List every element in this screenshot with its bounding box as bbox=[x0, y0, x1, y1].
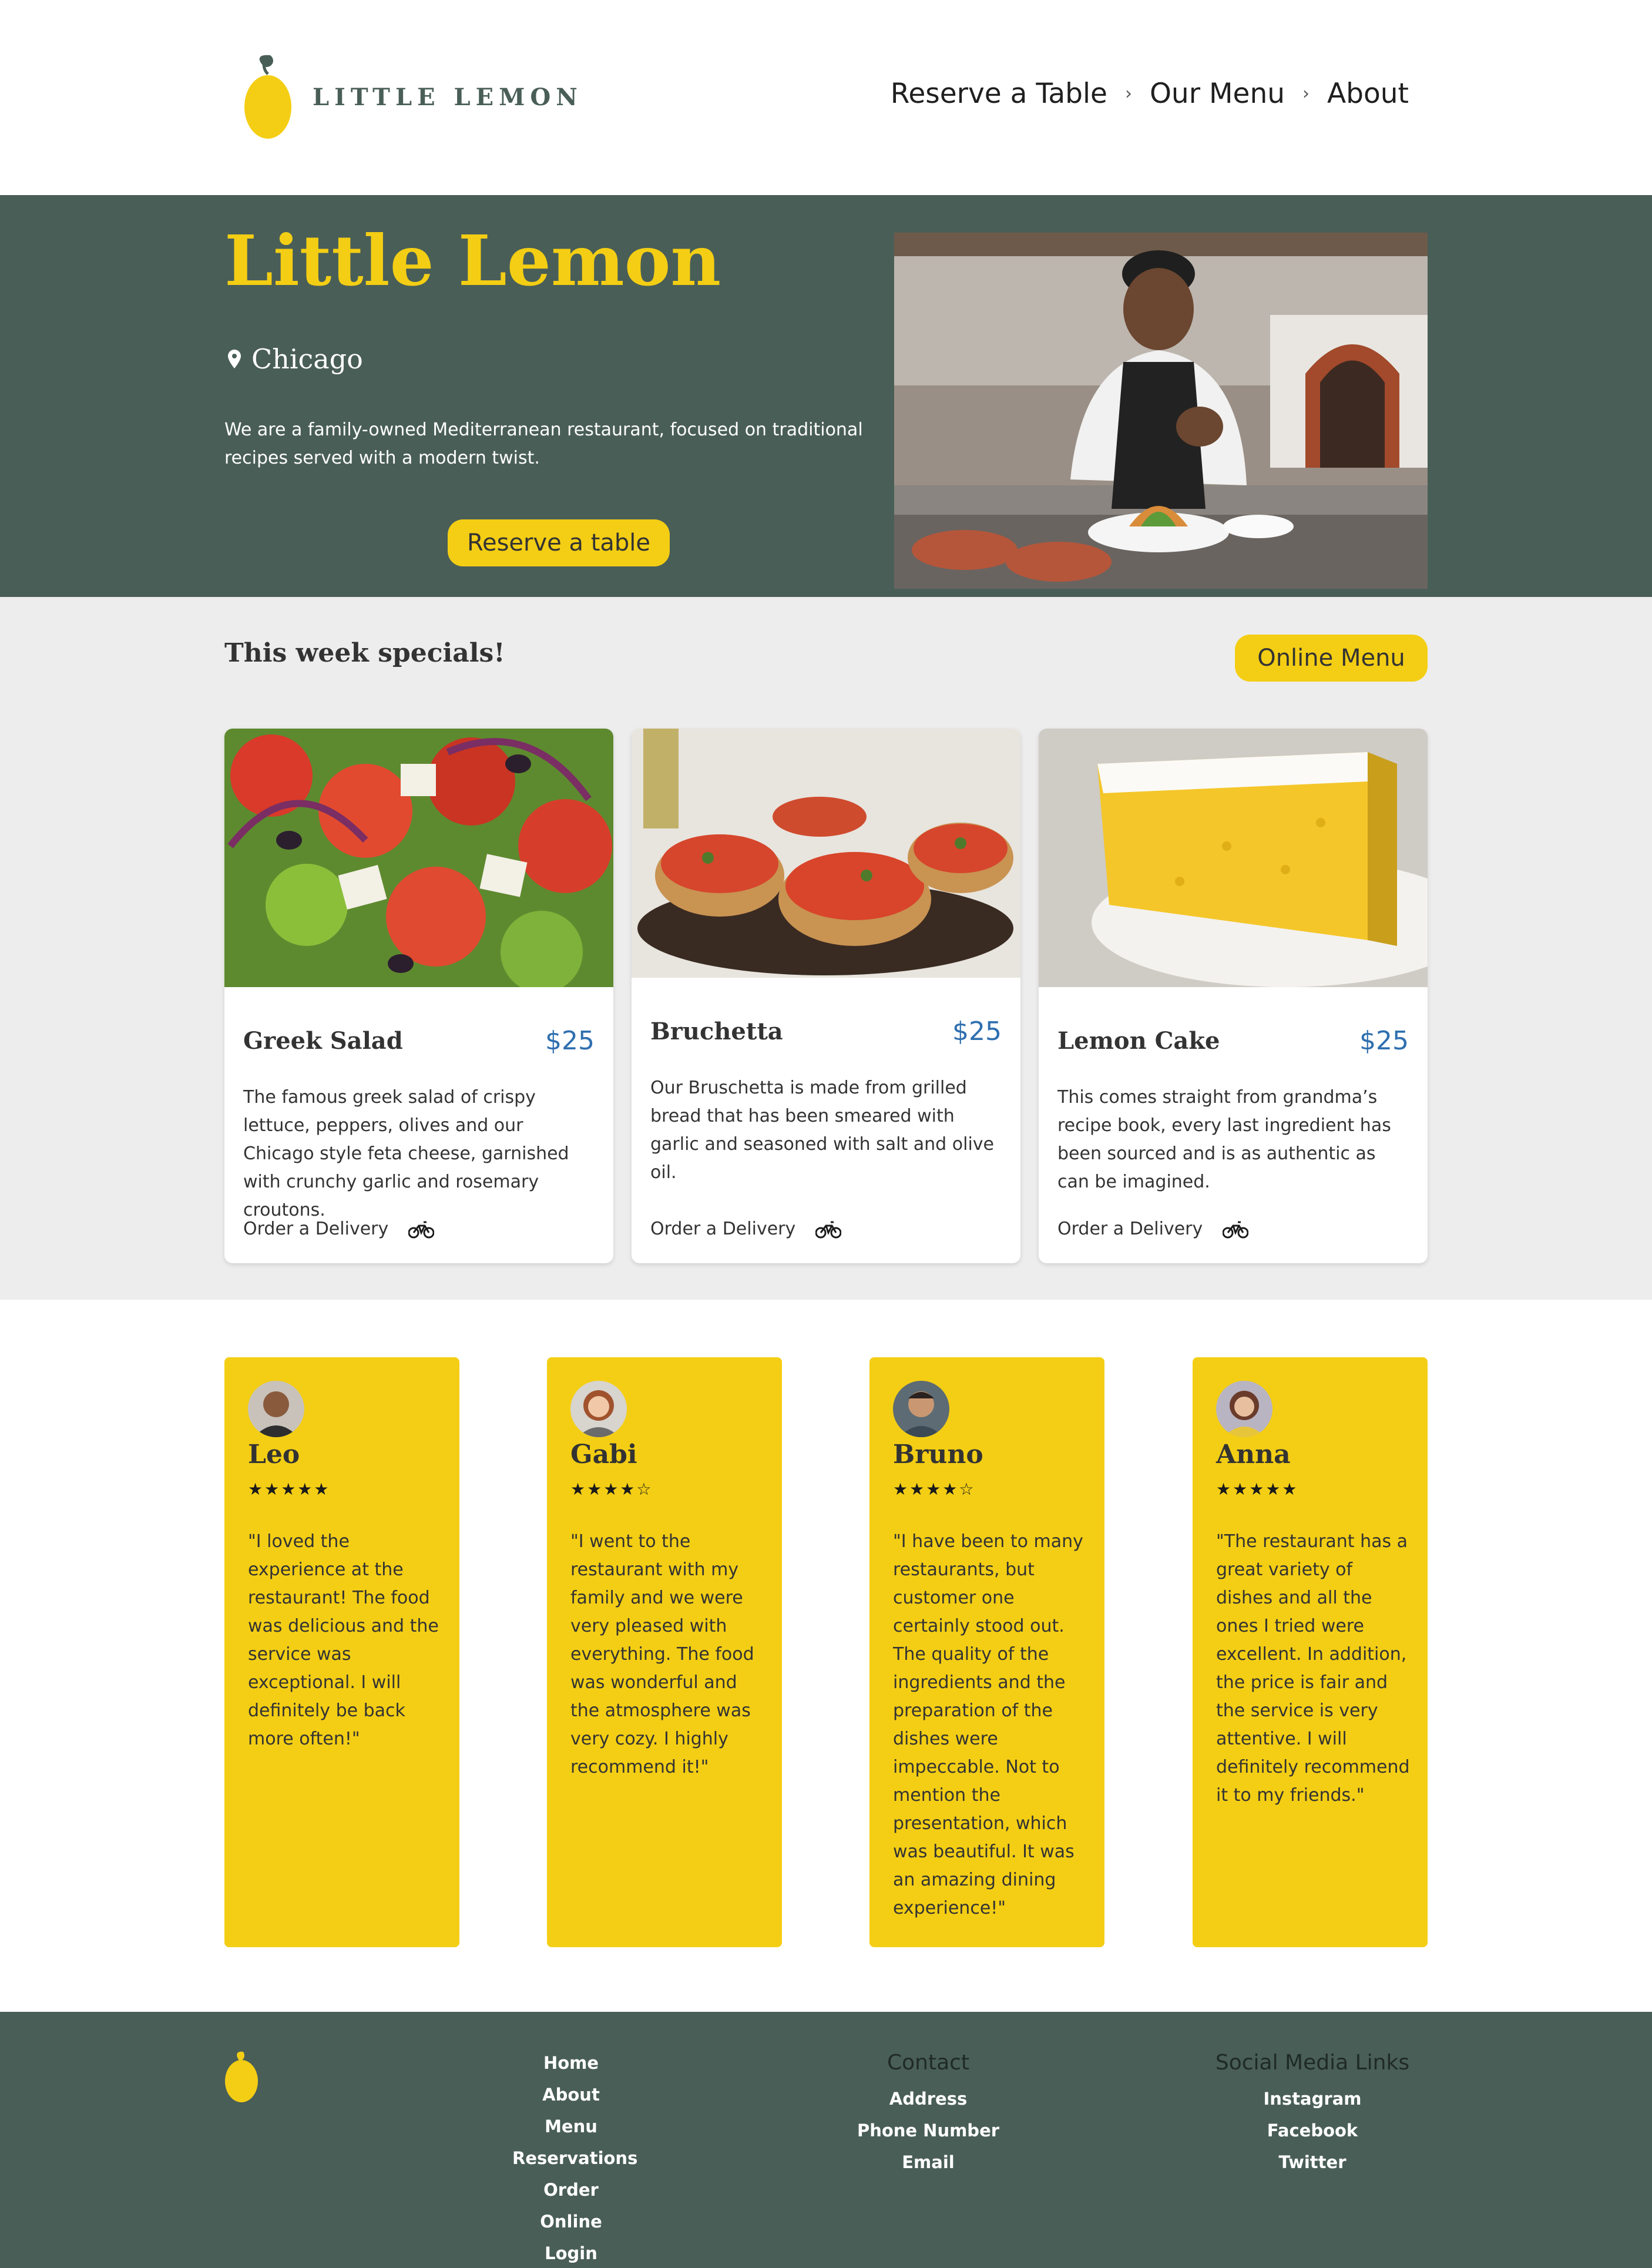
footer-link-reservations[interactable]: Reservations bbox=[512, 2142, 637, 2174]
card-price: $25 bbox=[952, 1016, 1002, 1046]
bruchetta-image bbox=[632, 729, 1020, 978]
bicycle-icon bbox=[1223, 1221, 1249, 1238]
order-delivery-link[interactable]: Order a Delivery bbox=[650, 1219, 842, 1239]
footer-contact-heading: Contact bbox=[887, 2051, 970, 2075]
hero-section: Little Lemon Chicago We are a family-own… bbox=[0, 195, 1652, 597]
footer-link-about[interactable]: About bbox=[512, 2079, 630, 2111]
star-rating: ★★★★☆ bbox=[893, 1479, 976, 1499]
nav-our-menu[interactable]: Our Menu bbox=[1150, 78, 1285, 110]
card-price: $25 bbox=[1359, 1026, 1409, 1056]
footer-link-instagram[interactable]: Instagram bbox=[1195, 2083, 1430, 2115]
testimonial-name: Leo bbox=[248, 1440, 300, 1469]
footer-link-order-online[interactable]: Order Online bbox=[512, 2174, 630, 2237]
avatar bbox=[1216, 1381, 1272, 1437]
site-footer: Home About Menu Reservations Order Onlin… bbox=[0, 2012, 1652, 2268]
special-card-bruchetta[interactable]: Bruchetta $25 Our Bruschetta is made fro… bbox=[632, 729, 1020, 1263]
bicycle-icon bbox=[408, 1221, 435, 1238]
footer-social-heading: Social Media Links bbox=[1215, 2051, 1410, 2075]
bicycle-icon bbox=[815, 1221, 842, 1238]
site-header: LITTLE LEMON Reserve a Table › Our Menu … bbox=[0, 0, 1652, 195]
testimonial-quote: "The restaurant has a great variety of d… bbox=[1216, 1531, 1410, 1806]
special-card-greek-salad[interactable]: Greek Salad $25 The famous greek salad o… bbox=[224, 729, 613, 1263]
footer-link-home[interactable]: Home bbox=[512, 2047, 630, 2079]
card-description: The famous greek salad of crispy lettuce… bbox=[243, 1087, 569, 1220]
testimonial-quote: "I loved the experience at the restauran… bbox=[248, 1531, 439, 1749]
footer-link-login[interactable]: Login bbox=[512, 2237, 630, 2268]
testimonial-quote: "I have been to many restaurants, but cu… bbox=[893, 1531, 1083, 1918]
order-delivery-link[interactable]: Order a Delivery bbox=[1057, 1219, 1249, 1239]
order-delivery-label: Order a Delivery bbox=[1057, 1219, 1203, 1239]
chevron-right-icon: › bbox=[1302, 83, 1310, 104]
lemon-logo-icon bbox=[244, 55, 291, 139]
footer-link-phone[interactable]: Phone Number bbox=[822, 2115, 1034, 2146]
order-delivery-link[interactable]: Order a Delivery bbox=[243, 1219, 435, 1239]
card-title: Bruchetta bbox=[650, 1018, 783, 1045]
card-title: Lemon Cake bbox=[1057, 1027, 1220, 1055]
specials-title: This week specials! bbox=[224, 638, 505, 668]
nav-reserve-a-table[interactable]: Reserve a Table bbox=[891, 78, 1107, 110]
logo[interactable]: LITTLE LEMON bbox=[241, 53, 583, 141]
special-card-lemon-cake[interactable]: Lemon Cake $25 This comes straight from … bbox=[1039, 729, 1428, 1263]
footer-social: Social Media Links Instagram Facebook Tw… bbox=[1195, 2051, 1430, 2178]
reserve-table-button[interactable]: Reserve a table bbox=[448, 519, 670, 566]
location-pin-icon bbox=[228, 350, 241, 368]
lemon-logo-icon bbox=[225, 2051, 258, 2102]
hero-title: Little Lemon bbox=[224, 220, 721, 301]
avatar bbox=[570, 1381, 627, 1437]
footer-link-menu[interactable]: Menu bbox=[512, 2111, 630, 2142]
testimonial-card: Anna ★★★★★ "The restaurant has a great v… bbox=[1193, 1357, 1428, 1947]
star-rating: ★★★★★ bbox=[1216, 1479, 1299, 1499]
testimonial-quote: "I went to the restaurant with my family… bbox=[570, 1531, 754, 1777]
specials-section: This week specials! Online Menu Greek Sa… bbox=[0, 597, 1652, 1300]
testimonial-name: Bruno bbox=[893, 1440, 983, 1469]
footer-contact: Contact Address Phone Number Email bbox=[822, 2051, 1034, 2178]
testimonial-card: Leo ★★★★★ "I loved the experience at the… bbox=[224, 1357, 459, 1947]
star-rating: ★★★★☆ bbox=[570, 1479, 653, 1499]
nav-about[interactable]: About bbox=[1327, 78, 1409, 110]
card-price: $25 bbox=[545, 1026, 595, 1056]
star-rating: ★★★★★ bbox=[248, 1479, 331, 1499]
footer-link-twitter[interactable]: Twitter bbox=[1195, 2146, 1430, 2178]
avatar bbox=[893, 1381, 949, 1437]
avatar bbox=[248, 1381, 304, 1437]
order-delivery-label: Order a Delivery bbox=[650, 1219, 796, 1239]
footer-nav: Home About Menu Reservations Order Onlin… bbox=[512, 2047, 637, 2268]
greek-salad-image bbox=[224, 729, 613, 987]
hero-city: Chicago bbox=[251, 343, 363, 375]
logo-text: LITTLE LEMON bbox=[313, 83, 583, 111]
testimonial-card: Bruno ★★★★☆ "I have been to many restaur… bbox=[869, 1357, 1104, 1947]
card-title: Greek Salad bbox=[243, 1027, 403, 1055]
online-menu-button[interactable]: Online Menu bbox=[1235, 635, 1428, 682]
order-delivery-label: Order a Delivery bbox=[243, 1219, 389, 1239]
hero-description: We are a family-owned Mediterranean rest… bbox=[224, 420, 863, 468]
card-description: This comes straight from grandma’s recip… bbox=[1057, 1087, 1391, 1192]
testimonial-name: Anna bbox=[1216, 1440, 1291, 1469]
card-description: Our Bruschetta is made from grilled brea… bbox=[650, 1078, 994, 1183]
lemon-cake-image bbox=[1039, 729, 1428, 987]
testimonial-card: Gabi ★★★★☆ "I went to the restaurant wit… bbox=[547, 1357, 782, 1947]
footer-link-facebook[interactable]: Facebook bbox=[1195, 2115, 1430, 2146]
footer-link-email[interactable]: Email bbox=[822, 2146, 1034, 2178]
chevron-right-icon: › bbox=[1124, 83, 1132, 104]
footer-link-address[interactable]: Address bbox=[822, 2083, 1034, 2115]
main-nav: Reserve a Table › Our Menu › About bbox=[891, 78, 1409, 110]
hero-chef-image bbox=[894, 233, 1428, 589]
testimonial-name: Gabi bbox=[570, 1440, 637, 1469]
hero-location: Chicago bbox=[228, 343, 363, 375]
